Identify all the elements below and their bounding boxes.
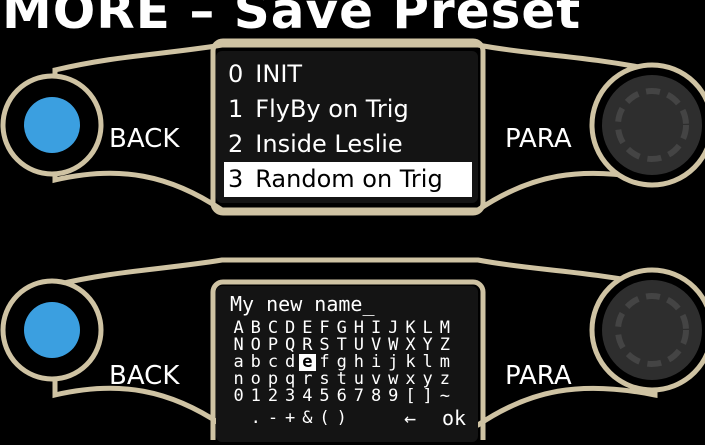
back-label: BACK — [109, 124, 180, 154]
key-][interactable]: ] — [419, 388, 436, 405]
key-symbol[interactable]: . — [247, 407, 264, 429]
para-label: PARA — [505, 361, 572, 391]
para-label: PARA — [505, 124, 572, 154]
keyboard-bottom-row: . - + &() ← ok — [230, 407, 466, 429]
preset-panel: 0 INIT 1 FlyBy on Trig 2 Inside Leslie 3 Ran… — [0, 35, 705, 225]
preset-screen: 0 INIT 1 FlyBy on Trig 2 Inside Leslie 3 Ran… — [216, 51, 478, 203]
key-symbol[interactable]: ) — [333, 407, 350, 429]
key-symbol[interactable]: - — [264, 407, 281, 429]
key-6[interactable]: 6 — [333, 388, 350, 405]
key-symbol[interactable]: + — [282, 407, 299, 429]
rename-screen: My new name_ ABCDEFGHIJKLMNOPQRSTUVWXYZa… — [216, 286, 478, 442]
page-title: MORE – Save Preset — [2, 0, 582, 40]
backspace-key[interactable]: ← — [404, 407, 416, 429]
key-8[interactable]: 8 — [368, 388, 385, 405]
back-label: BACK — [109, 361, 180, 391]
key-symbol[interactable] — [230, 407, 247, 429]
key-symbol[interactable]: & — [299, 407, 316, 429]
key-2[interactable]: 2 — [264, 388, 281, 405]
rename-panel: My new name_ ABCDEFGHIJKLMNOPQRSTUVWXYZa… — [0, 250, 705, 442]
key-1[interactable]: 1 — [247, 388, 264, 405]
preset-item-0[interactable]: 0 INIT — [224, 57, 472, 92]
key-symbol[interactable]: ( — [316, 407, 333, 429]
preset-item-1[interactable]: 1 FlyBy on Trig — [224, 92, 472, 127]
preset-item-3[interactable]: 3 Random on Trig — [224, 162, 472, 197]
key-9[interactable]: 9 — [385, 388, 402, 405]
back-button[interactable] — [24, 302, 80, 358]
key-4[interactable]: 4 — [299, 388, 316, 405]
keyboard-row: 0 1 2 3 4 5 6 7 8 9[] ~ — [230, 388, 453, 405]
name-input[interactable]: My new name_ — [230, 292, 375, 316]
key-[[interactable]: [ — [402, 388, 419, 405]
key-7[interactable]: 7 — [350, 388, 367, 405]
key-~[interactable]: ~ — [436, 388, 453, 405]
ok-key[interactable]: ok — [442, 407, 466, 429]
preset-item-2[interactable]: 2 Inside Leslie — [224, 127, 472, 162]
character-keyboard: ABCDEFGHIJKLMNOPQRSTUVWXYZabcdefghijklmn… — [230, 320, 453, 405]
key-5[interactable]: 5 — [316, 388, 333, 405]
back-button[interactable] — [24, 97, 80, 153]
preset-list: 0 INIT 1 FlyBy on Trig 2 Inside Leslie 3 Ran… — [224, 57, 472, 197]
key-0[interactable]: 0 — [230, 388, 247, 405]
key-3[interactable]: 3 — [282, 388, 299, 405]
